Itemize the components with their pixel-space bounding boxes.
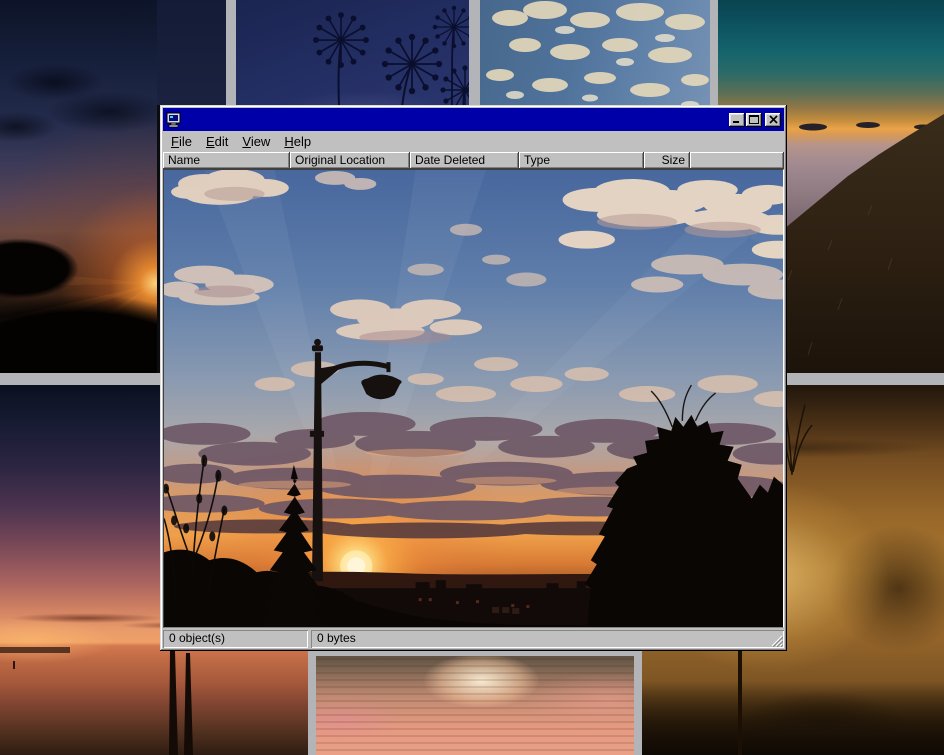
recycle-bin-window: File Edit View Help Name Original Locati… <box>160 105 787 651</box>
menu-file[interactable]: File <box>164 132 199 152</box>
menu-help[interactable]: Help <box>277 132 318 152</box>
column-header-size[interactable]: Size <box>644 152 690 169</box>
column-header-row: Name Original Location Date Deleted Type… <box>163 152 784 169</box>
status-bytes: 0 bytes <box>317 631 356 645</box>
column-header-type[interactable]: Type <box>519 152 644 169</box>
resize-grip-icon[interactable] <box>770 634 783 647</box>
column-header-filler <box>690 152 784 169</box>
sunset-photo <box>164 170 783 627</box>
status-bar: 0 object(s) 0 bytes <box>163 630 784 648</box>
menu-edit[interactable]: Edit <box>199 132 235 152</box>
close-icon <box>769 115 778 124</box>
minimize-button[interactable] <box>729 113 745 127</box>
wallpaper-photo-dark-sky <box>157 0 226 105</box>
column-header-original-location[interactable]: Original Location <box>290 152 410 169</box>
menu-view[interactable]: View <box>235 132 277 152</box>
column-header-name[interactable]: Name <box>163 152 290 169</box>
close-button[interactable] <box>765 113 781 127</box>
maximize-icon <box>749 115 759 124</box>
status-bytes-panel: 0 bytes <box>311 630 784 648</box>
file-list-area[interactable] <box>163 169 784 628</box>
title-bar[interactable] <box>163 108 784 131</box>
menu-bar: File Edit View Help <box>163 131 784 152</box>
desktop: { "window": { "title": "", "icon": "comp… <box>0 0 944 755</box>
status-objects: 0 object(s) <box>163 630 308 648</box>
column-header-date-deleted[interactable]: Date Deleted <box>410 152 519 169</box>
collage-seam <box>226 0 236 105</box>
minimize-icon <box>732 115 742 124</box>
maximize-button[interactable] <box>746 113 762 127</box>
wallpaper-photo-sunset-rays <box>0 0 157 373</box>
computer-icon <box>166 112 182 128</box>
